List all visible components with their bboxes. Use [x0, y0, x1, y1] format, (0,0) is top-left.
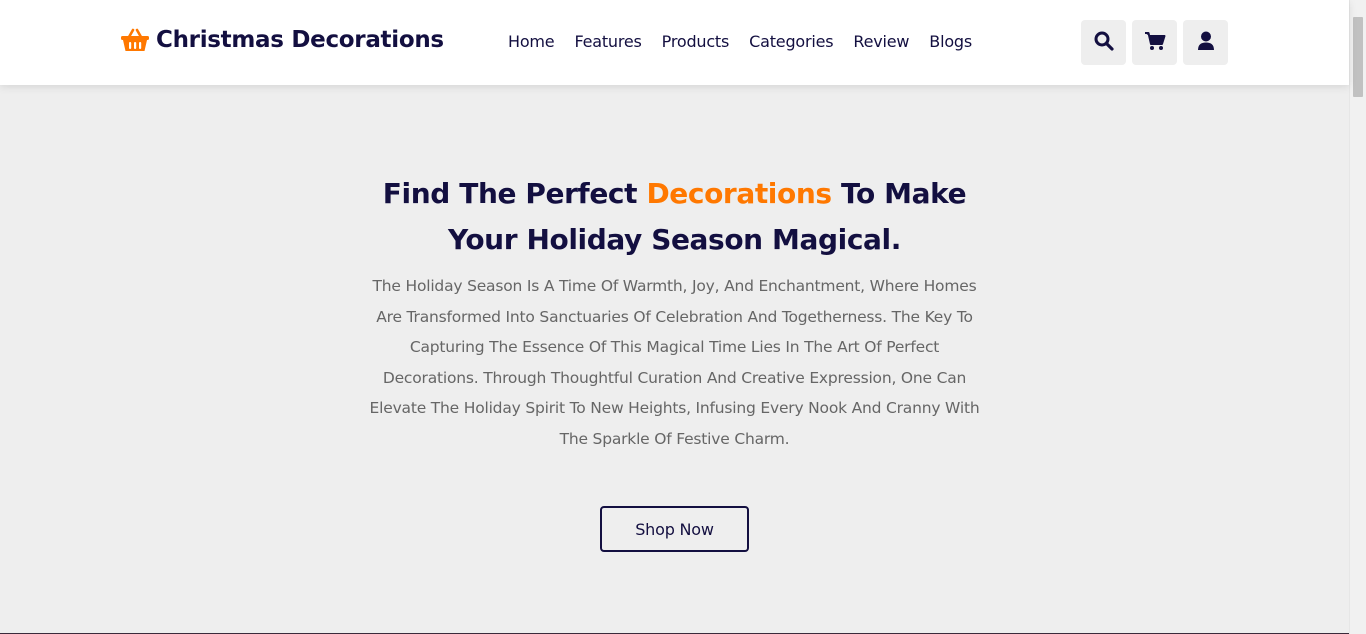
search-button[interactable] — [1081, 20, 1126, 65]
logo-link[interactable]: Christmas Decorations — [120, 26, 444, 54]
nav-blogs[interactable]: Blogs — [929, 32, 972, 51]
nav-categories[interactable]: Categories — [749, 32, 833, 51]
shop-now-button[interactable]: Shop Now — [600, 506, 749, 552]
hero-section: Find The Perfect Decorations To Make You… — [0, 85, 1349, 634]
search-icon — [1094, 31, 1114, 55]
cart-icon — [1144, 31, 1166, 55]
main-nav: Home Features Products Categories Review… — [508, 32, 992, 51]
hero-title-accent: Decorations — [646, 177, 832, 210]
user-icon — [1197, 31, 1215, 55]
header-icons — [1081, 20, 1234, 65]
cart-button[interactable] — [1132, 20, 1177, 65]
nav-features[interactable]: Features — [574, 32, 641, 51]
page-scrollbar[interactable] — [1349, 0, 1366, 634]
basket-icon — [120, 26, 150, 54]
nav-products[interactable]: Products — [662, 32, 730, 51]
nav-review[interactable]: Review — [853, 32, 909, 51]
scrollbar-thumb[interactable] — [1353, 17, 1363, 97]
nav-home[interactable]: Home — [508, 32, 555, 51]
hero-title: Find The Perfect Decorations To Make You… — [382, 177, 967, 256]
account-button[interactable] — [1183, 20, 1228, 65]
logo-text: Christmas Decorations — [156, 27, 444, 53]
hero-description: The Holiday Season Is A Time Of Warmth, … — [369, 277, 980, 448]
site-header: Christmas Decorations Home Features Prod… — [0, 0, 1349, 85]
